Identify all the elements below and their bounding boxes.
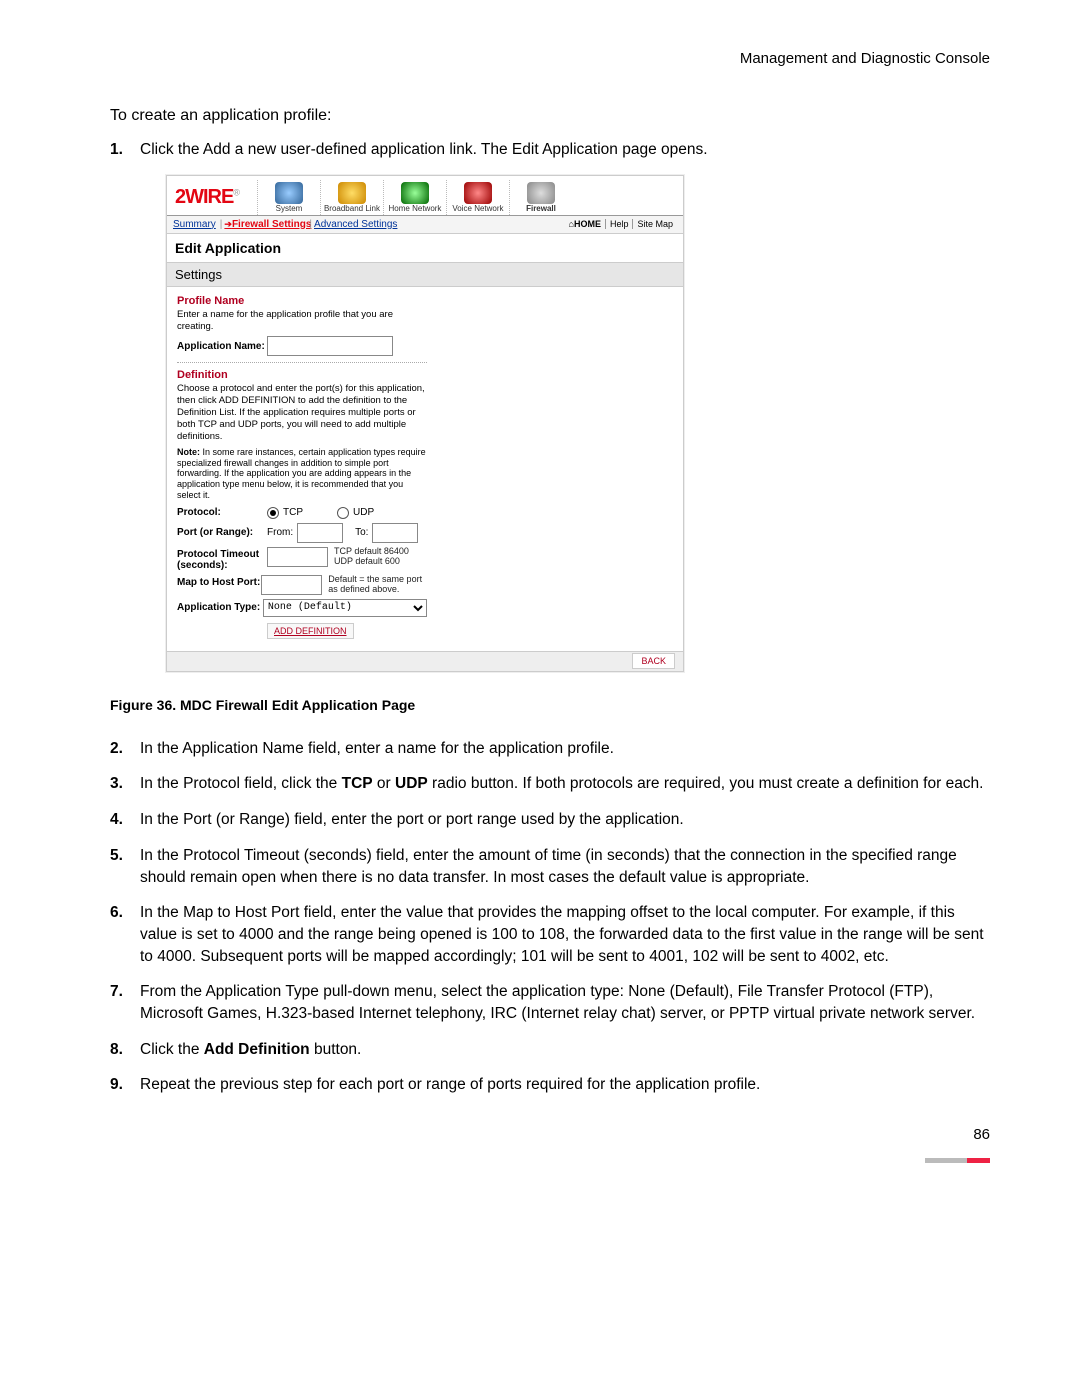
step-text: Repeat the previous step for each port o…	[140, 1074, 990, 1096]
page-number: 86	[110, 1126, 990, 1143]
top-nav: 2WIRE® System Broadband Link Home Networ…	[167, 176, 683, 216]
radio-empty-icon	[337, 507, 349, 519]
step-number: 4.	[110, 809, 140, 831]
intro-text: To create an application profile:	[110, 107, 990, 125]
sub-nav: Summary | Firewall Settings | Advanced S…	[167, 216, 683, 234]
home-link[interactable]: HOME	[565, 219, 605, 229]
step-text: From the Application Type pull-down menu…	[140, 981, 990, 1024]
definition-heading: Definition	[177, 369, 427, 381]
protocol-label: Protocol:	[177, 507, 267, 518]
protocol-udp-radio[interactable]: UDP	[337, 507, 374, 519]
step-number: 8.	[110, 1039, 140, 1061]
map-to-host-label: Map to Host Port:	[177, 575, 261, 588]
application-type-select[interactable]: None (Default)	[263, 599, 427, 617]
application-name-label: Application Name:	[177, 341, 267, 352]
step-text: In the Port (or Range) field, enter the …	[140, 809, 990, 831]
subnav-firewall-settings[interactable]: Firewall Settings	[224, 219, 311, 230]
nav-firewall[interactable]: Firewall	[509, 180, 572, 215]
step-number: 2.	[110, 738, 140, 760]
timeout-label: Protocol Timeout (seconds):	[177, 547, 267, 571]
voice-network-icon	[464, 182, 492, 204]
port-from-input[interactable]	[297, 523, 343, 543]
nav-broadband[interactable]: Broadband Link	[320, 180, 383, 215]
profile-name-desc: Enter a name for the application profile…	[177, 309, 427, 333]
application-name-input[interactable]	[267, 336, 393, 356]
step-number: 6.	[110, 902, 140, 967]
figure-caption: Figure 36. MDC Firewall Edit Application…	[110, 697, 990, 713]
step-text: Click the Add a new user-defined applica…	[140, 139, 990, 161]
to-label: To:	[355, 527, 368, 538]
step-text: In the Protocol field, click the TCP or …	[140, 773, 990, 795]
step-text: In the Application Name field, enter a n…	[140, 738, 990, 760]
subnav-summary[interactable]: Summary	[173, 219, 216, 230]
port-to-input[interactable]	[372, 523, 418, 543]
definition-note: Note: In some rare instances, certain ap…	[177, 447, 427, 501]
step-number: 5.	[110, 845, 140, 888]
footer-stripe	[110, 1158, 990, 1163]
map-hint: Default = the same port as defined above…	[328, 575, 427, 595]
port-range-label: Port (or Range):	[177, 527, 267, 538]
protocol-tcp-radio[interactable]: TCP	[267, 507, 303, 519]
step-number: 3.	[110, 773, 140, 795]
help-link[interactable]: Help	[605, 219, 633, 229]
from-label: From:	[267, 527, 293, 538]
home-network-icon	[401, 182, 429, 204]
add-definition-button[interactable]: ADD DEFINITION	[267, 623, 354, 639]
timeout-input[interactable]	[267, 547, 328, 567]
map-to-host-input[interactable]	[261, 575, 322, 595]
edit-application-screenshot: 2WIRE® System Broadband Link Home Networ…	[166, 175, 684, 672]
step-text: In the Protocol Timeout (seconds) field,…	[140, 845, 990, 888]
system-icon	[275, 182, 303, 204]
nav-home-network[interactable]: Home Network	[383, 180, 446, 215]
broadband-icon	[338, 182, 366, 204]
step-text: Click the Add Definition button.	[140, 1039, 990, 1061]
step-number: 1.	[110, 139, 140, 161]
firewall-icon	[527, 182, 555, 204]
profile-name-heading: Profile Name	[177, 295, 427, 307]
step-number: 7.	[110, 981, 140, 1024]
step-text: In the Map to Host Port field, enter the…	[140, 902, 990, 967]
timeout-hint-udp: UDP default 600	[334, 557, 409, 567]
nav-system[interactable]: System	[257, 180, 320, 215]
doc-header: Management and Diagnostic Console	[110, 50, 990, 67]
subnav-advanced-settings[interactable]: Advanced Settings	[314, 219, 397, 230]
step-number: 9.	[110, 1074, 140, 1096]
radio-filled-icon	[267, 507, 279, 519]
brand-logo: 2WIRE®	[171, 182, 257, 215]
settings-heading: Settings	[167, 262, 683, 287]
nav-voice-network[interactable]: Voice Network	[446, 180, 509, 215]
page-title: Edit Application	[167, 234, 683, 262]
definition-desc: Choose a protocol and enter the port(s) …	[177, 383, 427, 442]
sitemap-link[interactable]: Site Map	[632, 219, 677, 229]
back-button[interactable]: BACK	[632, 653, 675, 669]
application-type-label: Application Type:	[177, 602, 263, 613]
